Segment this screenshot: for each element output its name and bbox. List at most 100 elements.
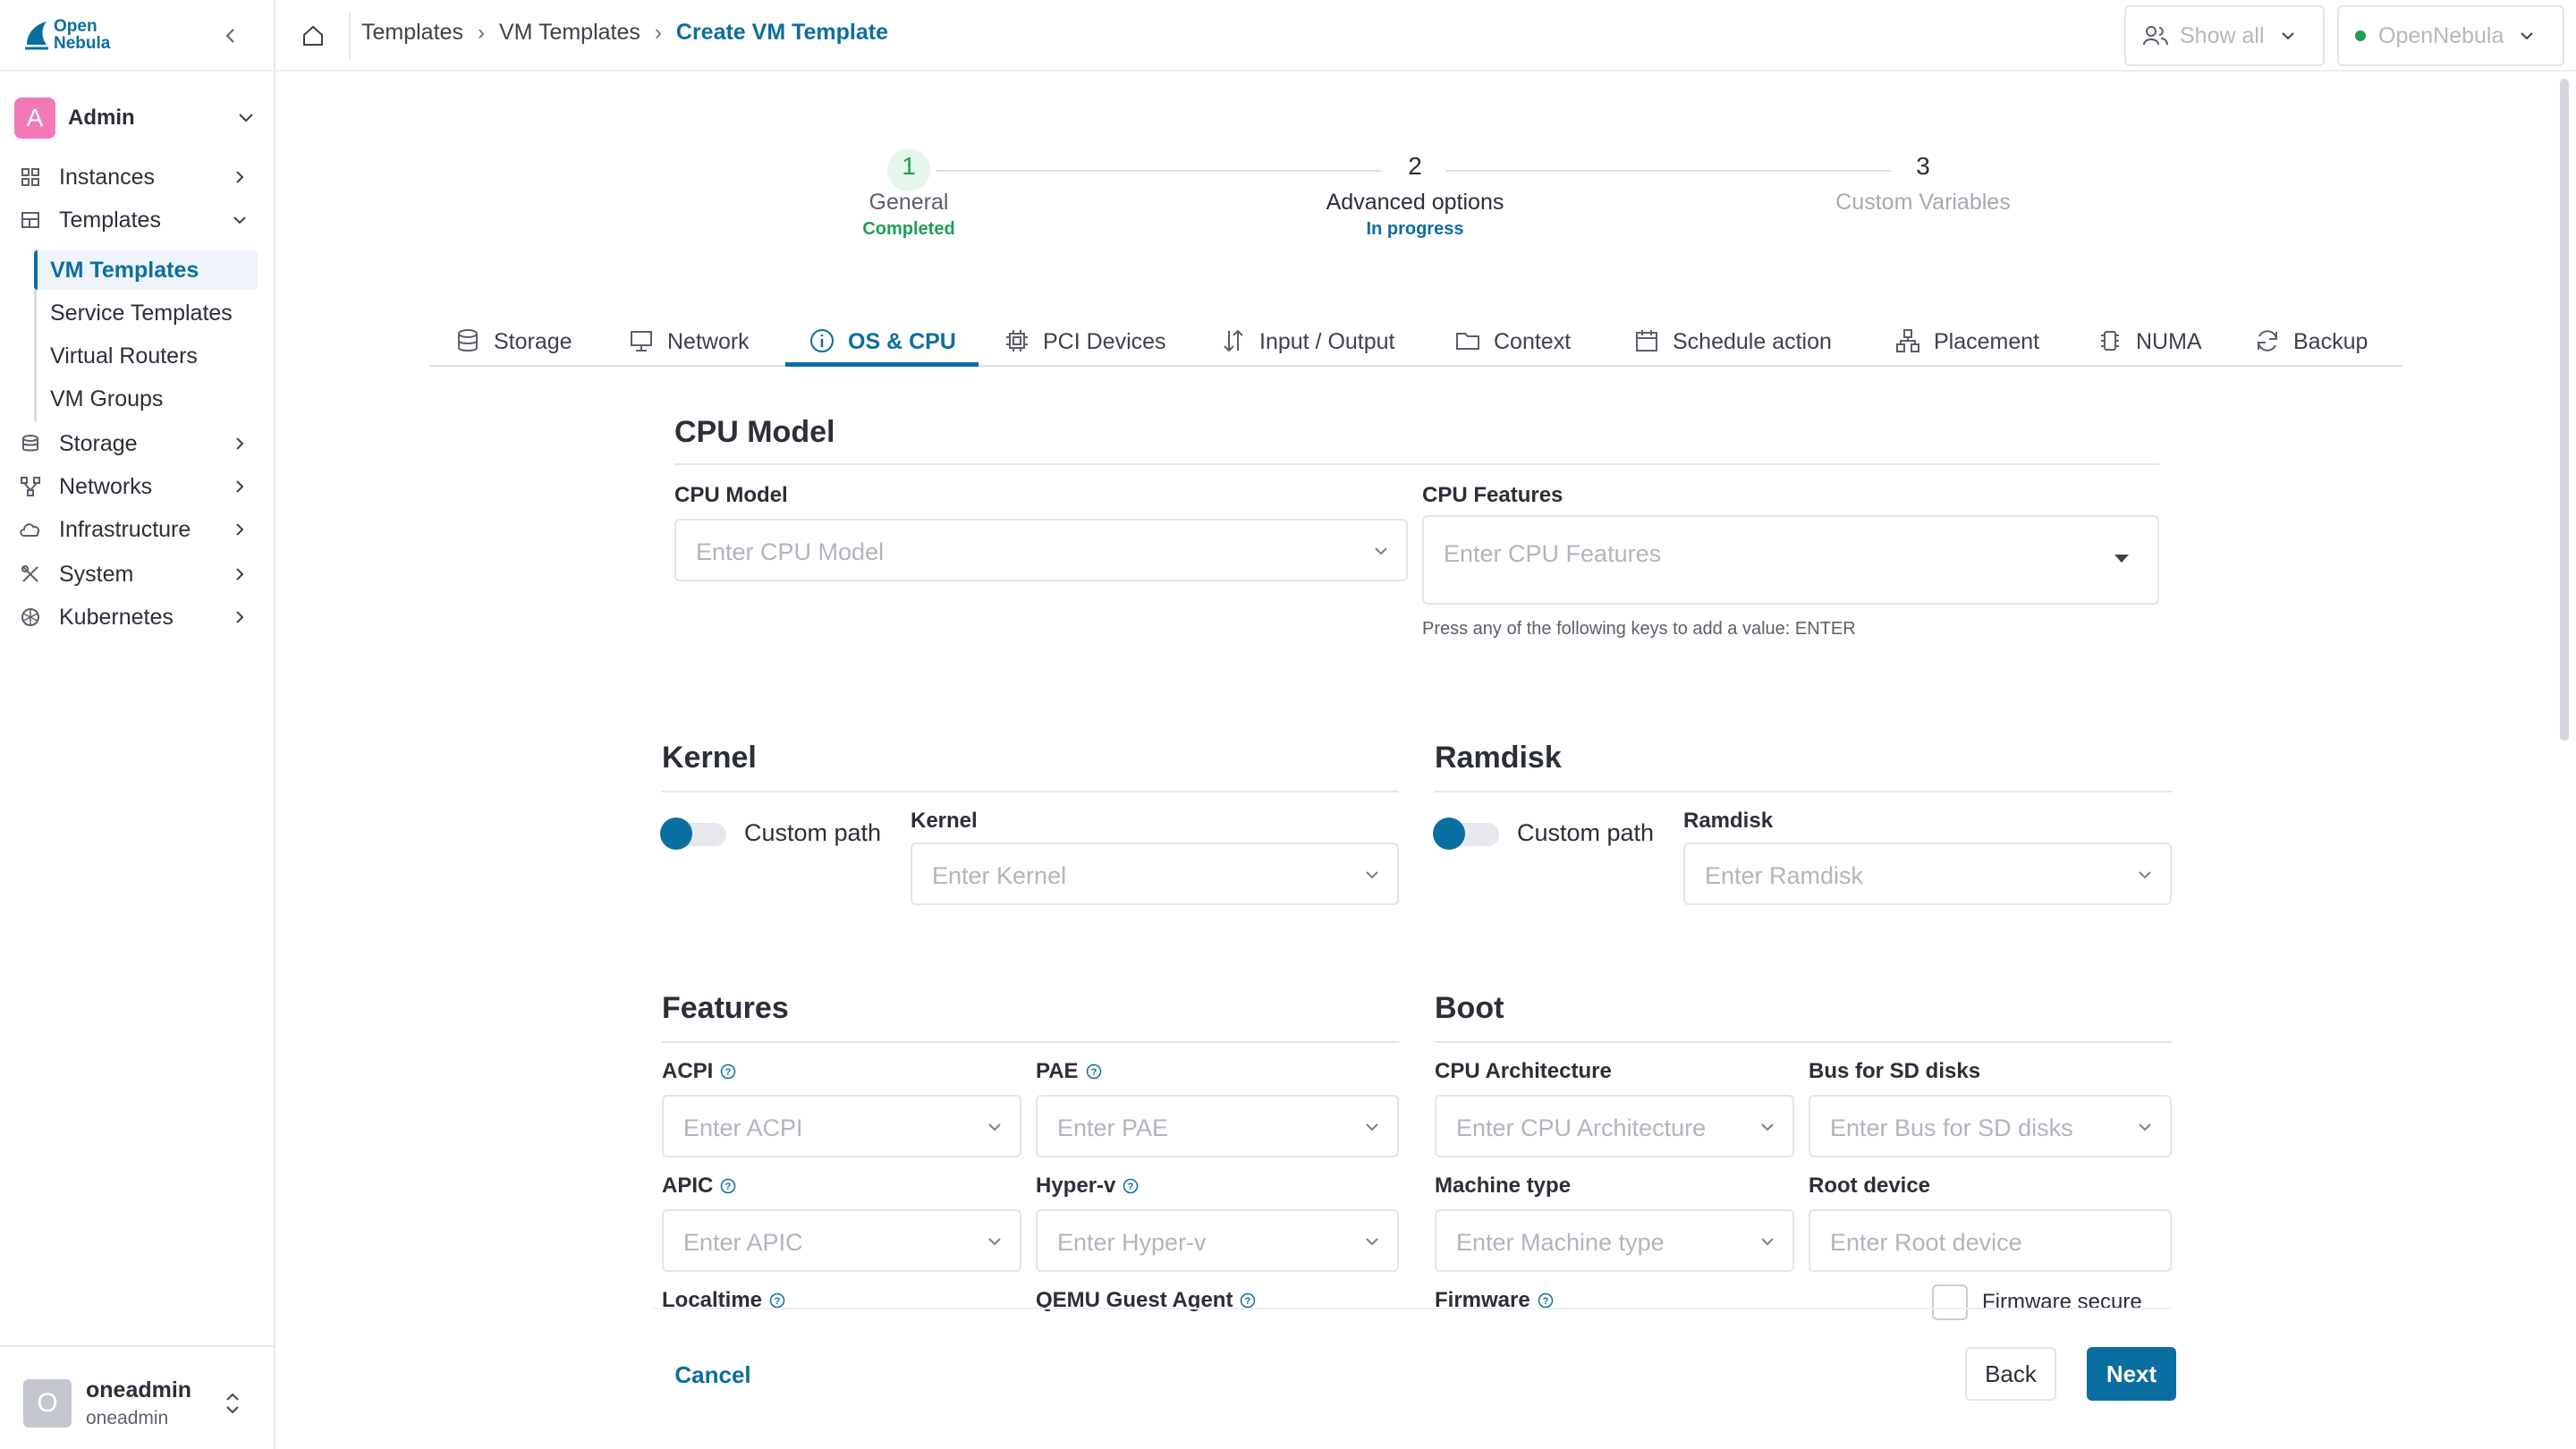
root-device-placeholder: Enter Root device: [1830, 1229, 2022, 1256]
help-icon[interactable]: ?: [769, 1292, 785, 1309]
chevron-right-icon: [236, 523, 244, 536]
back-button[interactable]: Back: [1965, 1347, 2056, 1401]
tab-pci-devices[interactable]: PCI Devices: [1004, 322, 1166, 367]
sidebar: Open Nebula A Admin Instances Templates: [0, 0, 275, 1449]
kernel-toggle-label: Custom path: [744, 819, 882, 846]
tab-storage[interactable]: Storage: [454, 322, 572, 367]
tab-backup[interactable]: Backup: [2254, 322, 2368, 367]
svg-text:?: ?: [1128, 1182, 1134, 1192]
folder-icon: [1456, 333, 1479, 350]
apic-select[interactable]: Enter APIC: [662, 1209, 1021, 1272]
home-button[interactable]: [297, 20, 329, 52]
tab-placement[interactable]: Placement: [1894, 322, 2039, 367]
hyperv-select[interactable]: Enter Hyper-v: [1036, 1209, 1399, 1272]
arrows-updown-icon: [1224, 329, 1243, 352]
bus-sd-disks-select[interactable]: Enter Bus for SD disks: [1809, 1095, 2172, 1157]
chevron-down-icon: [1375, 547, 1387, 555]
svg-text:?: ?: [1090, 1067, 1097, 1078]
monitor-icon: [631, 331, 652, 352]
help-icon[interactable]: ?: [720, 1063, 736, 1080]
numa-chip-icon: [2101, 331, 2119, 351]
sidebar-item-label: Kubernetes: [59, 604, 174, 630]
hyperv-placeholder: Enter Hyper-v: [1057, 1229, 1207, 1256]
cpu-model-label: CPU Model: [674, 483, 788, 507]
step-general[interactable]: 1 General Completed: [819, 152, 998, 240]
tab-context[interactable]: Context: [1454, 322, 1571, 367]
chevron-right-icon: [236, 437, 244, 450]
user-menu[interactable]: O oneadmin oneadmin: [0, 1345, 274, 1449]
chevron-down-icon: [1761, 1238, 1774, 1246]
cpu-features-input[interactable]: Enter CPU Features: [1422, 515, 2159, 605]
section-divider: [1435, 1041, 2172, 1043]
sidebar-subitem-service-templates[interactable]: Service Templates: [38, 293, 261, 333]
pae-select[interactable]: Enter PAE: [1036, 1095, 1399, 1157]
tab-label: Context: [1494, 329, 1572, 354]
tab-network[interactable]: Network: [628, 322, 750, 367]
pae-label: PAE ?: [1036, 1059, 1102, 1084]
sidebar-item-templates[interactable]: Templates: [18, 200, 261, 240]
chevron-updown-icon[interactable]: [224, 1390, 242, 1417]
acpi-select[interactable]: Enter ACPI: [662, 1095, 1021, 1157]
collapse-sidebar-button[interactable]: [216, 21, 245, 50]
refresh-icon: [2258, 330, 2277, 352]
sidebar-item-kubernetes[interactable]: Kubernetes: [18, 597, 261, 637]
help-icon[interactable]: ?: [1086, 1063, 1102, 1080]
help-icon[interactable]: ?: [720, 1178, 736, 1194]
chevron-down-icon: [1761, 1123, 1774, 1131]
cpu-model-select[interactable]: Enter CPU Model: [674, 519, 1408, 581]
sidebar-item-instances[interactable]: Instances: [18, 157, 261, 197]
section-title-cpu-model: CPU Model: [674, 415, 835, 449]
sidebar-subitem-vm-templates[interactable]: VM Templates: [34, 250, 258, 290]
tab-os-cpu[interactable]: OS & CPU: [785, 322, 979, 367]
help-icon[interactable]: ?: [1123, 1178, 1139, 1194]
chevron-left-icon: [225, 29, 234, 43]
step-label: General: [869, 190, 949, 215]
kernel-select[interactable]: Enter Kernel: [911, 843, 1399, 905]
group-filter-dropdown[interactable]: Show all: [2124, 5, 2325, 66]
logo-text-line1: Open: [54, 17, 97, 36]
ramdisk-select[interactable]: Enter Ramdisk: [1683, 843, 2172, 905]
ramdisk-custom-path-toggle[interactable]: [1433, 816, 1503, 852]
sidebar-item-system[interactable]: System: [18, 555, 261, 594]
logo-row: Open Nebula: [0, 0, 275, 72]
next-button[interactable]: Next: [2087, 1347, 2176, 1401]
kernel-custom-path-toggle[interactable]: [660, 816, 730, 852]
sidebar-item-infrastructure[interactable]: Infrastructure: [18, 510, 261, 549]
placement-icon: [1896, 329, 1919, 352]
breadcrumb-vm-templates[interactable]: VM Templates: [499, 20, 640, 46]
tab-input-output[interactable]: Input / Output: [1220, 322, 1395, 367]
account-selector[interactable]: A Admin: [14, 97, 261, 140]
opennebula-logo-icon: [25, 21, 48, 50]
user-subtitle: oneadmin: [86, 1408, 169, 1428]
machine-type-select[interactable]: Enter Machine type: [1435, 1209, 1794, 1272]
cancel-button[interactable]: Cancel: [664, 1352, 762, 1397]
page-scrollbar[interactable]: [2560, 79, 2569, 741]
breadcrumb-templates[interactable]: Templates: [361, 20, 463, 46]
tab-numa[interactable]: NUMA: [2097, 322, 2202, 367]
cloud-icon: [18, 517, 43, 542]
sidebar-item-networks[interactable]: Networks: [18, 467, 261, 506]
root-device-input[interactable]: Enter Root device: [1809, 1209, 2172, 1272]
cpu-features-label: CPU Features: [1422, 483, 1563, 507]
top-bar: Templates › VM Templates › Create VM Tem…: [275, 0, 2576, 72]
opennebula-logo[interactable]: Open Nebula: [23, 18, 110, 52]
sidebar-item-storage[interactable]: Storage: [18, 424, 261, 463]
help-icon[interactable]: ?: [1538, 1292, 1554, 1309]
help-icon[interactable]: ?: [1240, 1292, 1256, 1309]
step-advanced-options[interactable]: 2 Advanced options In progress: [1281, 152, 1549, 240]
zone-filter-dropdown[interactable]: OpenNebula: [2337, 5, 2564, 66]
acpi-label: ACPI ?: [662, 1059, 736, 1084]
bus-sd-disks-placeholder: Enter Bus for SD disks: [1830, 1114, 2073, 1141]
cpu-architecture-select[interactable]: Enter CPU Architecture: [1435, 1095, 1794, 1157]
tab-schedule-action[interactable]: Schedule action: [1633, 322, 1832, 367]
firmware-secure-checkbox[interactable]: [1932, 1284, 1968, 1320]
home-icon: [303, 25, 323, 46]
step-custom-variables[interactable]: 3 Custom Variables: [1789, 152, 2057, 216]
sidebar-subitem-virtual-routers[interactable]: Virtual Routers: [38, 336, 261, 376]
chevron-down-icon: [239, 114, 253, 123]
sidebar-subitem-vm-groups[interactable]: VM Groups: [38, 379, 261, 419]
tab-label: Backup: [2293, 329, 2368, 354]
section-title-boot: Boot: [1435, 991, 1504, 1025]
step-number: 2: [1408, 152, 1422, 180]
step-status: In progress: [1366, 219, 1464, 239]
